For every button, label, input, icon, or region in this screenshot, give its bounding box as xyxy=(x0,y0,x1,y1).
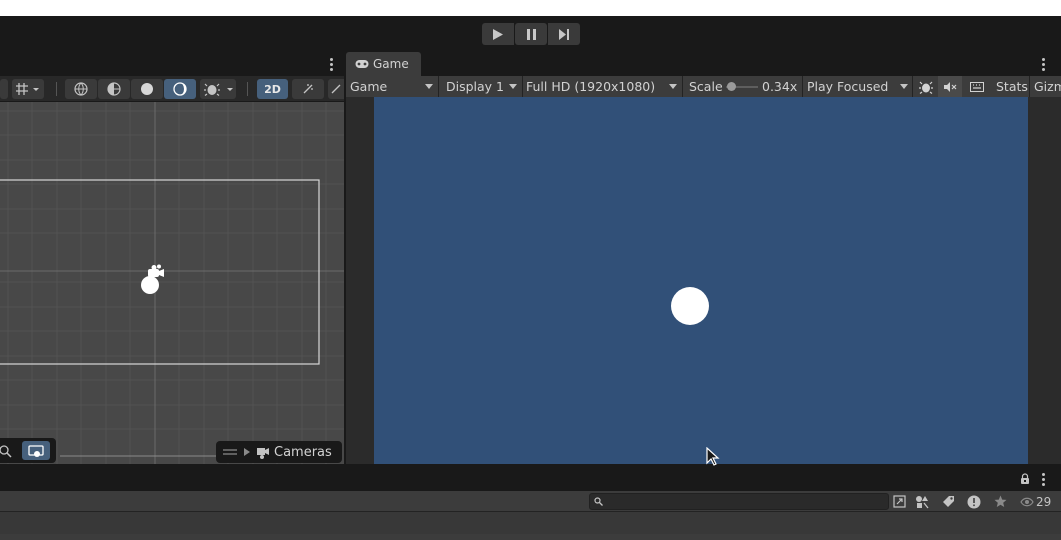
moon-icon xyxy=(173,82,187,96)
display-dropdown[interactable]: Display 1 xyxy=(446,76,520,97)
scene-camera-overlay-button[interactable] xyxy=(22,441,50,460)
debug-draw-mode-button[interactable] xyxy=(200,79,236,99)
display-value: Display 1 xyxy=(446,79,505,94)
gamepad-icon xyxy=(355,60,369,68)
frame-debugger-button[interactable] xyxy=(916,76,936,97)
search-input[interactable] xyxy=(589,493,889,510)
grid-snapping-button[interactable] xyxy=(12,79,44,99)
scene-viewport[interactable] xyxy=(0,102,344,464)
keyboard-icon xyxy=(970,81,984,92)
mute-audio-button[interactable] xyxy=(938,76,962,97)
scale-slider[interactable] xyxy=(726,82,758,91)
cameras-overlay[interactable]: Cameras xyxy=(216,441,342,463)
scene-overlay-tools xyxy=(0,438,56,463)
resolution-dropdown[interactable]: Full HD (1920x1080) xyxy=(526,76,680,97)
camera-gizmo-icon xyxy=(148,264,164,277)
step-button[interactable] xyxy=(548,23,580,45)
scene-tool-partial[interactable] xyxy=(0,79,8,99)
light-off-icon xyxy=(303,84,313,94)
unlit-button[interactable] xyxy=(164,79,196,99)
bug-icon xyxy=(919,81,933,94)
sphere-icon xyxy=(141,83,153,95)
bottom-tabbar xyxy=(0,464,1061,491)
tag-icon xyxy=(942,496,954,507)
scene-lighting-button[interactable] xyxy=(292,79,324,99)
hidden-count: 29 xyxy=(1036,494,1052,509)
shaded-button[interactable] xyxy=(131,79,163,99)
playmode-controls xyxy=(482,23,580,45)
scene-camera-icon xyxy=(28,444,44,457)
scale-label: Scale xyxy=(689,79,723,94)
shapes-icon xyxy=(916,495,929,508)
play-icon xyxy=(493,28,503,40)
play-mode-value: Play Focused xyxy=(807,79,889,94)
play-mode-dropdown[interactable]: Play Focused xyxy=(807,76,911,97)
warning-icon xyxy=(967,495,981,508)
view-mode-value: Game xyxy=(350,79,388,94)
stats-button[interactable]: Stats xyxy=(996,76,1028,97)
hidden-packages-toggle[interactable]: 29 xyxy=(1020,491,1051,512)
camera-icon xyxy=(257,447,269,459)
wireframe-shading-button[interactable] xyxy=(65,79,97,99)
scene-tabbar xyxy=(0,52,344,76)
gizmos-label: Gizmos xyxy=(1034,79,1061,94)
bug-icon xyxy=(204,83,233,96)
search-icon xyxy=(594,497,603,506)
scene-menu-icon[interactable] xyxy=(326,56,336,72)
speaker-mute-icon xyxy=(944,81,957,92)
gizmos-button[interactable]: Gizmos xyxy=(1034,76,1061,97)
scene-toolbar: 2D xyxy=(0,76,344,102)
globe-wire-icon xyxy=(74,82,88,96)
filter-by-label-button[interactable] xyxy=(939,493,957,510)
shaded-wireframe-button[interactable] xyxy=(98,79,130,99)
step-icon xyxy=(558,28,569,40)
drag-handle-icon[interactable] xyxy=(222,447,238,457)
scale-value: 0.34x xyxy=(762,79,798,94)
grid-snap-icon xyxy=(16,83,39,95)
globe-shaded-icon xyxy=(107,82,121,96)
tab-game-label: Game xyxy=(373,57,409,71)
pause-button[interactable] xyxy=(515,23,547,45)
project-footer xyxy=(0,534,1061,540)
resolution-value: Full HD (1920x1080) xyxy=(526,79,656,94)
filter-by-log-type-button[interactable] xyxy=(965,493,983,510)
bottom-menu-icon[interactable] xyxy=(1038,471,1048,487)
game-menu-icon[interactable] xyxy=(1038,56,1048,72)
open-in-window-icon xyxy=(892,495,906,508)
scale-slider-thumb[interactable] xyxy=(727,82,736,91)
2d-mode-button[interactable]: 2D xyxy=(257,79,288,99)
scene-audio-button[interactable] xyxy=(328,79,344,99)
game-tabbar: Game xyxy=(346,52,1061,76)
mouse-cursor-icon xyxy=(706,447,720,466)
search-icon[interactable] xyxy=(0,444,14,458)
cameras-label: Cameras xyxy=(274,444,332,460)
lock-icon[interactable] xyxy=(1020,473,1030,484)
project-toolbar: 29 xyxy=(0,491,1061,512)
expand-arrow-icon[interactable] xyxy=(242,447,252,457)
ball xyxy=(671,287,709,325)
scene-grid xyxy=(0,102,344,464)
view-mode-dropdown[interactable]: Game xyxy=(350,76,436,97)
play-button[interactable] xyxy=(482,23,514,45)
favorite-button[interactable] xyxy=(991,493,1009,510)
top-strip xyxy=(0,0,1061,16)
eye-icon xyxy=(1020,497,1034,506)
star-icon xyxy=(994,495,1006,507)
tab-game[interactable]: Game xyxy=(346,52,421,76)
pause-icon xyxy=(526,28,536,40)
project-content xyxy=(0,512,1061,534)
game-render-canvas[interactable] xyxy=(374,97,1028,464)
game-toolbar: Game Display 1 Full HD (1920x1080) Scale… xyxy=(346,76,1061,97)
keyboard-shortcuts-button[interactable] xyxy=(966,76,988,97)
audio-off-icon xyxy=(331,84,341,94)
search-by-type-button[interactable] xyxy=(890,493,908,510)
filter-by-type-button[interactable] xyxy=(913,493,931,510)
